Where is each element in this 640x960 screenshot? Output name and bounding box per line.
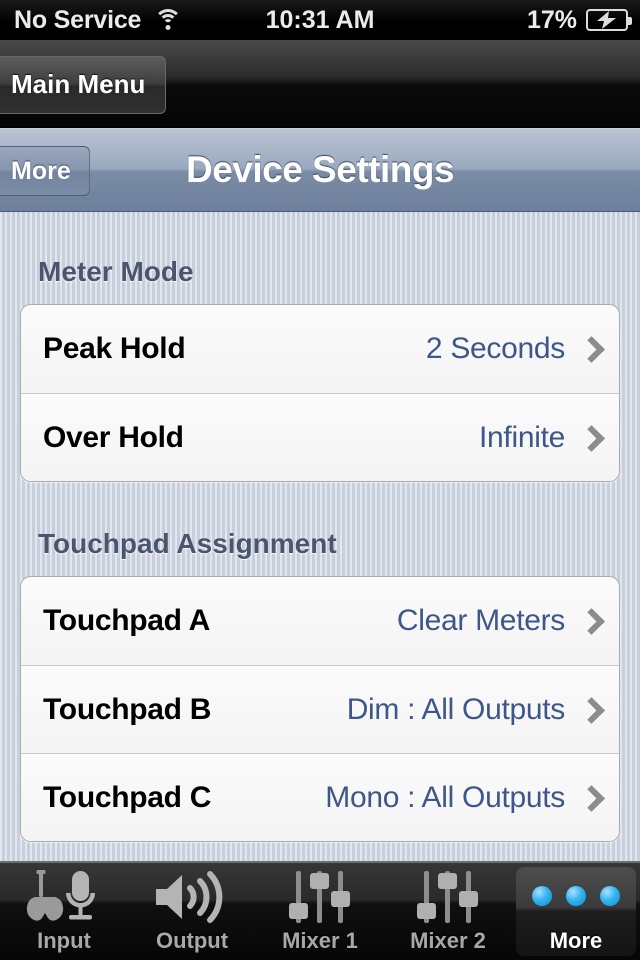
status-bar-left: No Service xyxy=(0,6,218,35)
more-back-label: More xyxy=(11,156,71,185)
settings-group-meter-mode: Peak Hold 2 Seconds Over Hold Infinite xyxy=(20,304,620,482)
row-value: Infinite xyxy=(479,420,565,454)
settings-row-touchpad-b[interactable]: Touchpad B Dim : All Outputs xyxy=(21,665,619,753)
tab-mixer-1[interactable]: Mixer 1 xyxy=(256,863,384,960)
settings-row-over-hold[interactable]: Over Hold Infinite xyxy=(21,393,619,481)
row-label: Over Hold xyxy=(43,420,184,454)
row-value: Clear Meters xyxy=(396,604,565,637)
tab-label: Output xyxy=(155,928,229,953)
more-back-button[interactable]: More xyxy=(0,146,90,196)
row-label: Touchpad C xyxy=(43,780,212,814)
settings-row-peak-hold[interactable]: Peak Hold 2 Seconds xyxy=(21,305,619,393)
chevron-right-icon xyxy=(581,608,597,634)
speaker-waves-icon xyxy=(150,867,234,925)
main-menu-back-label: Main Menu xyxy=(11,68,146,99)
tab-label: Input xyxy=(37,928,91,953)
battery-percent-label: 17% xyxy=(526,5,577,34)
wifi-icon xyxy=(153,8,183,32)
row-label: Touchpad A xyxy=(43,604,210,637)
tab-more[interactable]: More xyxy=(512,863,640,960)
carrier-label: No Service xyxy=(14,5,142,34)
battery-charging-icon xyxy=(586,9,632,31)
main-menu-back-button[interactable]: Main Menu xyxy=(0,56,167,114)
chevron-right-icon xyxy=(581,785,597,811)
settings-list: Meter Mode Peak Hold 2 Seconds Over Hold… xyxy=(0,212,640,862)
settings-row-touchpad-a[interactable]: Touchpad A Clear Meters xyxy=(21,577,619,665)
chevron-right-icon xyxy=(581,336,597,362)
three-dots-icon xyxy=(532,867,620,925)
section-header-touchpad-assignment: Touchpad Assignment xyxy=(38,528,337,559)
tab-bar: Input Output Mixer 1 Mixer 2 More xyxy=(0,861,640,960)
row-value: Mono : All Outputs xyxy=(325,780,565,814)
faders-icon xyxy=(282,867,358,925)
chevron-right-icon xyxy=(581,425,597,451)
top-toolbar: Main Menu xyxy=(0,40,640,128)
faders-icon xyxy=(410,867,486,925)
settings-row-touchpad-c[interactable]: Touchpad C Mono : All Outputs xyxy=(21,753,619,841)
settings-group-touchpad-assignment: Touchpad A Clear Meters Touchpad B Dim :… xyxy=(20,576,620,842)
row-value: Dim : All Outputs xyxy=(346,692,566,726)
tab-mixer-2[interactable]: Mixer 2 xyxy=(384,863,512,960)
app-screen: No Service 10:31 AM 17% Main Menu More D… xyxy=(0,0,640,960)
row-value: 2 Seconds xyxy=(425,332,565,365)
tab-label: More xyxy=(549,928,603,953)
clock-label: 10:31 AM xyxy=(265,5,375,34)
status-bar-right: 17% xyxy=(422,6,640,35)
row-label: Peak Hold xyxy=(43,332,186,365)
row-label: Touchpad B xyxy=(43,692,212,726)
page-title: Device Settings xyxy=(185,149,455,190)
navigation-bar: More Device Settings xyxy=(0,129,640,212)
section-header-meter-mode: Meter Mode xyxy=(38,256,194,287)
status-bar: No Service 10:31 AM 17% xyxy=(0,0,640,40)
chevron-right-icon xyxy=(581,697,597,723)
tab-label: Mixer 1 xyxy=(282,928,358,953)
tab-input[interactable]: Input xyxy=(0,863,128,960)
tab-label: Mixer 2 xyxy=(410,928,486,953)
tab-output[interactable]: Output xyxy=(128,863,256,960)
guitar-microphone-icon xyxy=(18,867,110,925)
